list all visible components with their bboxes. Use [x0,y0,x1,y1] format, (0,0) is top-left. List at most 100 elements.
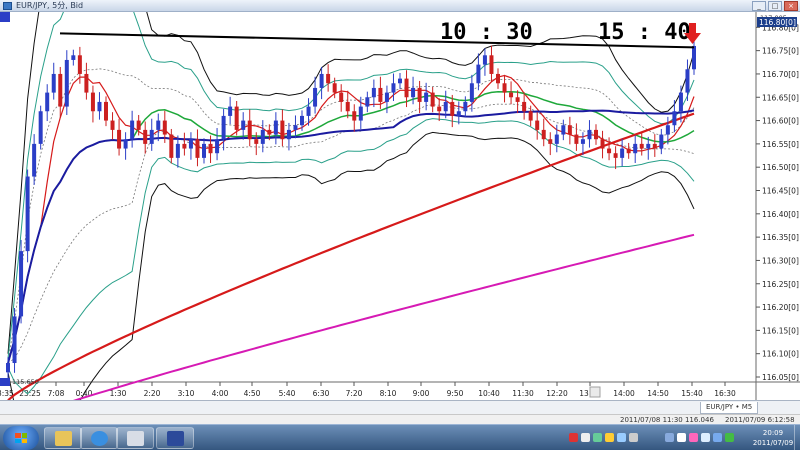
candle-body [482,55,487,65]
candle-body [424,92,429,102]
candle-body [411,87,416,98]
candle-body [32,143,37,177]
candle-body [620,148,625,158]
candle-body [437,106,442,112]
candle-body [143,129,148,144]
candle-body [332,83,337,93]
candle-body [365,97,370,107]
tray-icon-7[interactable] [689,433,698,442]
candle-body [535,120,540,130]
price-bottom-label: 115.650 [12,378,39,386]
window-icon [127,431,144,446]
maximize-button[interactable]: □ [768,1,782,11]
candle-body [326,73,331,84]
candle-body [228,106,233,116]
candle-body [84,73,89,93]
candle-body [188,139,193,149]
candle-body [45,92,50,112]
folder-icon [55,431,72,446]
candle-body [117,129,122,149]
candle-body [221,115,226,140]
candle-body [496,73,500,84]
chart-tabs: EUR/JPY • M5 [0,400,800,414]
candle-body [215,139,220,154]
candle-body [626,148,631,154]
candle-body [443,101,448,112]
candle-body [358,106,363,121]
candle-body [77,55,82,74]
candle-body [156,120,161,130]
price-tick-label: 116.50[0] [762,163,799,172]
candle-body [71,55,76,60]
time-tick-label: 12:20 [546,389,568,398]
candle-body [267,129,272,135]
tray-icon-4[interactable] [605,433,614,442]
plot-background [0,12,756,382]
close-button[interactable]: × [784,1,798,11]
time-tick-label: 3:10 [178,389,195,398]
time-tick-label: 4:50 [244,389,261,398]
candle-body [90,92,95,112]
chart-window-titlebar[interactable]: EUR/JPY, 5分, Bid _ □ × [0,0,800,12]
price-tick-label: 116.45[0] [762,187,799,196]
time-tick-label: 6:30 [313,389,330,398]
candle-body [19,251,24,317]
tray-icon-9[interactable] [713,433,722,442]
candle-body [6,363,10,373]
candle-body [678,92,683,112]
price-tick-label: 116.30[0] [762,256,799,265]
tray-icon-5[interactable] [617,433,626,442]
tab-eurjpy-m5[interactable]: EUR/JPY • M5 [700,402,759,414]
system-tray [565,427,745,449]
price-tick-label: 116.35[0] [762,233,799,242]
tray-icon-8[interactable] [701,433,710,442]
taskbar: 20:09 2011/07/09 [0,424,800,450]
taskbar-ie[interactable] [80,427,118,449]
tray-icon-10[interactable] [725,433,734,442]
clock-time: 20:09 [762,429,784,437]
candle-body [417,87,422,102]
candle-body [306,106,311,116]
tray-icon-2[interactable] [581,433,590,442]
time-tick-label: 2:20 [144,389,161,398]
candle-body [130,120,135,140]
scroll-thumb[interactable] [589,386,601,398]
price-tick-label: 116.20[0] [762,303,799,312]
candle-body [541,129,546,140]
candle-body [548,139,553,144]
taskbar-window[interactable] [116,427,154,449]
corner-marker-top [0,12,10,22]
taskbar-mt4[interactable] [156,427,194,449]
network-icon[interactable] [665,433,674,442]
tray-icon-3[interactable] [593,433,602,442]
tray-icon-1[interactable] [569,433,578,442]
candle-body [293,125,298,130]
candle-body [456,111,461,116]
current-price-label: 116.80[0] [759,18,796,27]
price-tick-label: 116.65[0] [762,93,799,102]
price-tick-label: 116.75[0] [762,47,799,56]
candle-body [38,111,43,144]
candle-body [613,153,618,158]
show-desktop-button[interactable] [794,425,800,450]
candle-body [404,78,409,98]
chart-area[interactable]: 116.80[0] 116.75[0] 116.70[0] 116.65[0] 116.… [0,12,800,400]
minimize-button[interactable]: _ [752,1,766,11]
time-tick-label: 1:30 [110,389,127,398]
price-tick-label: 116.15[0] [762,326,799,335]
candle-body [64,59,69,107]
time-tick-label: 16:30 [714,389,736,398]
candle-body [371,87,376,98]
candle-body [633,143,638,154]
tray-icon-6[interactable] [629,433,638,442]
volume-icon[interactable] [677,433,686,442]
start-button[interactable] [3,426,39,450]
price-axis: 116.80[0]116.75[0]116.70[0]116.65[0]116.… [756,23,799,382]
candle-body [463,101,468,112]
candle-body [254,139,259,144]
candle-body [345,101,350,112]
taskbar-explorer[interactable] [44,427,82,449]
clock[interactable]: 20:09 2011/07/09 [748,428,798,448]
mt4-screen: EUR/JPY, 5分, Bid _ □ × 116.80[0] 116.75[0… [0,0,800,450]
candle-body [594,129,598,140]
